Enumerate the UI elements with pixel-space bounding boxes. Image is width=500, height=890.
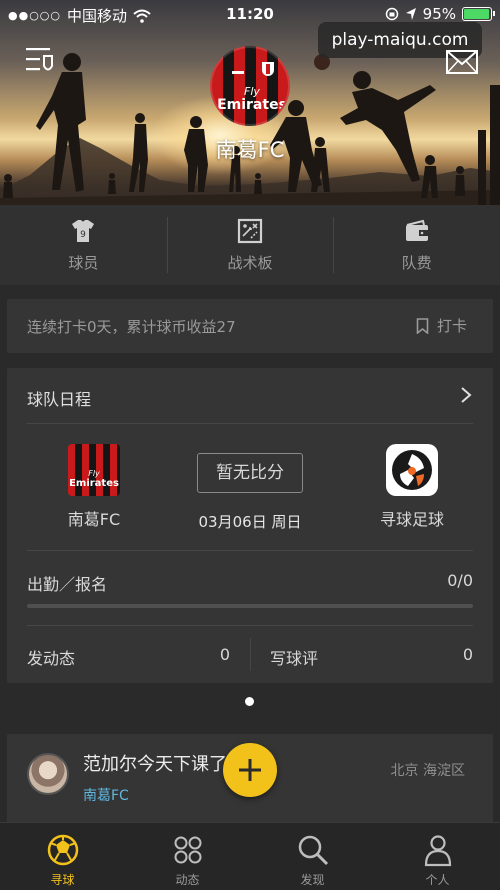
checkin-bar: 连续打卡0天，累计球币收益27 打卡 (7, 299, 493, 353)
tab-label: 寻球 (50, 873, 75, 887)
write-review-button[interactable]: 写球评 0 (250, 626, 493, 683)
home-team[interactable]: Fly Emirates 南葛FC (34, 444, 154, 530)
ball-logo-icon (392, 450, 432, 490)
tab-label: 个人 (425, 873, 450, 887)
away-team[interactable]: 寻球足球 (352, 444, 472, 530)
quick-actions: 9 球员 战术板 队费 (0, 205, 500, 285)
checkin-button-label: 打卡 (436, 317, 467, 335)
header-banner: ●●○○○ 中国移动 11:20 95% play-maiqu.com Fly … (0, 0, 500, 205)
away-team-logo (386, 444, 438, 496)
person-icon (424, 835, 451, 867)
brand-mark (232, 64, 244, 74)
write-review-label: 写球评 (270, 649, 319, 668)
match-date: 03月06日 周日 (198, 513, 302, 531)
tab-label: 发现 (300, 873, 325, 887)
attendance-row[interactable]: 出勤／报名 0/0 (7, 551, 493, 611)
feed-team-link[interactable]: 南葛FC (83, 785, 129, 805)
tab-find-ball[interactable]: 寻球 (0, 823, 125, 890)
jersey-icon: 9 (72, 219, 95, 242)
feed-location: 北京 海淀区 (390, 763, 465, 779)
schedule-header[interactable]: 球队日程 (7, 368, 493, 424)
quick-action-label: 队费 (401, 253, 432, 272)
menu-icon[interactable] (26, 46, 56, 76)
write-review-count: 0 (462, 645, 473, 664)
page-indicator (245, 697, 255, 707)
quick-action-players[interactable]: 9 球员 (0, 205, 167, 285)
quick-action-tactics[interactable]: 战术板 (166, 205, 334, 285)
away-team-name: 寻球足球 (379, 510, 444, 529)
plus-icon (239, 759, 261, 781)
add-button[interactable] (223, 743, 277, 797)
checkin-button[interactable]: 打卡 (416, 315, 467, 336)
battery-percent: 95% (422, 5, 456, 23)
quick-action-fees[interactable]: 队费 (333, 205, 500, 285)
tab-label: 动态 (175, 873, 200, 887)
schedule-card: 球队日程 Fly Emirates 南葛FC 暂无比分 03月06日 周日 寻球… (7, 368, 493, 683)
mail-icon[interactable] (446, 50, 478, 74)
attendance-progress (27, 604, 473, 608)
checkin-summary: 连续打卡0天，累计球币收益27 (27, 318, 236, 336)
orientation-lock-icon (385, 7, 398, 21)
post-update-label: 发动态 (27, 649, 76, 668)
post-update-count: 0 (219, 645, 230, 664)
page-dot-active (245, 697, 254, 706)
post-update-button[interactable]: 发动态 0 (7, 626, 250, 683)
quick-action-label: 战术板 (227, 253, 273, 272)
post-stats: 发动态 0 写球评 0 (7, 626, 493, 683)
tactics-board-icon (237, 218, 263, 243)
sponsor-text: Fly Emirates (217, 85, 287, 113)
wallet-icon (405, 219, 428, 241)
battery-fill (464, 9, 489, 19)
search-icon (298, 835, 328, 866)
team-name: 南葛FC (215, 138, 285, 162)
tab-bar: 寻球 动态 发现 个人 (0, 822, 500, 890)
attendance-value: 0/0 (447, 571, 473, 590)
attendance-label: 出勤／报名 (27, 575, 108, 594)
team-logo[interactable]: Fly Emirates (210, 46, 290, 126)
club-crest (262, 62, 274, 76)
bookmark-icon (416, 317, 429, 334)
svg-text:9: 9 (80, 230, 86, 240)
tab-profile[interactable]: 个人 (375, 823, 500, 890)
score-status: 暂无比分 (197, 453, 303, 493)
home-team-name: 南葛FC (67, 510, 121, 529)
schedule-title: 球队日程 (27, 390, 92, 409)
battery-icon (462, 7, 495, 21)
chevron-right-icon (461, 387, 472, 403)
match-info[interactable]: Fly Emirates 南葛FC 暂无比分 03月06日 周日 寻球足球 (7, 424, 493, 550)
tab-activity[interactable]: 动态 (125, 823, 250, 890)
quick-action-label: 球员 (68, 253, 99, 272)
tab-discover[interactable]: 发现 (250, 823, 375, 890)
ball-icon (47, 834, 78, 866)
home-team-logo: Fly Emirates (68, 444, 120, 496)
avatar[interactable] (27, 753, 69, 795)
location-arrow-icon (405, 8, 416, 20)
grid-icon (174, 836, 201, 864)
